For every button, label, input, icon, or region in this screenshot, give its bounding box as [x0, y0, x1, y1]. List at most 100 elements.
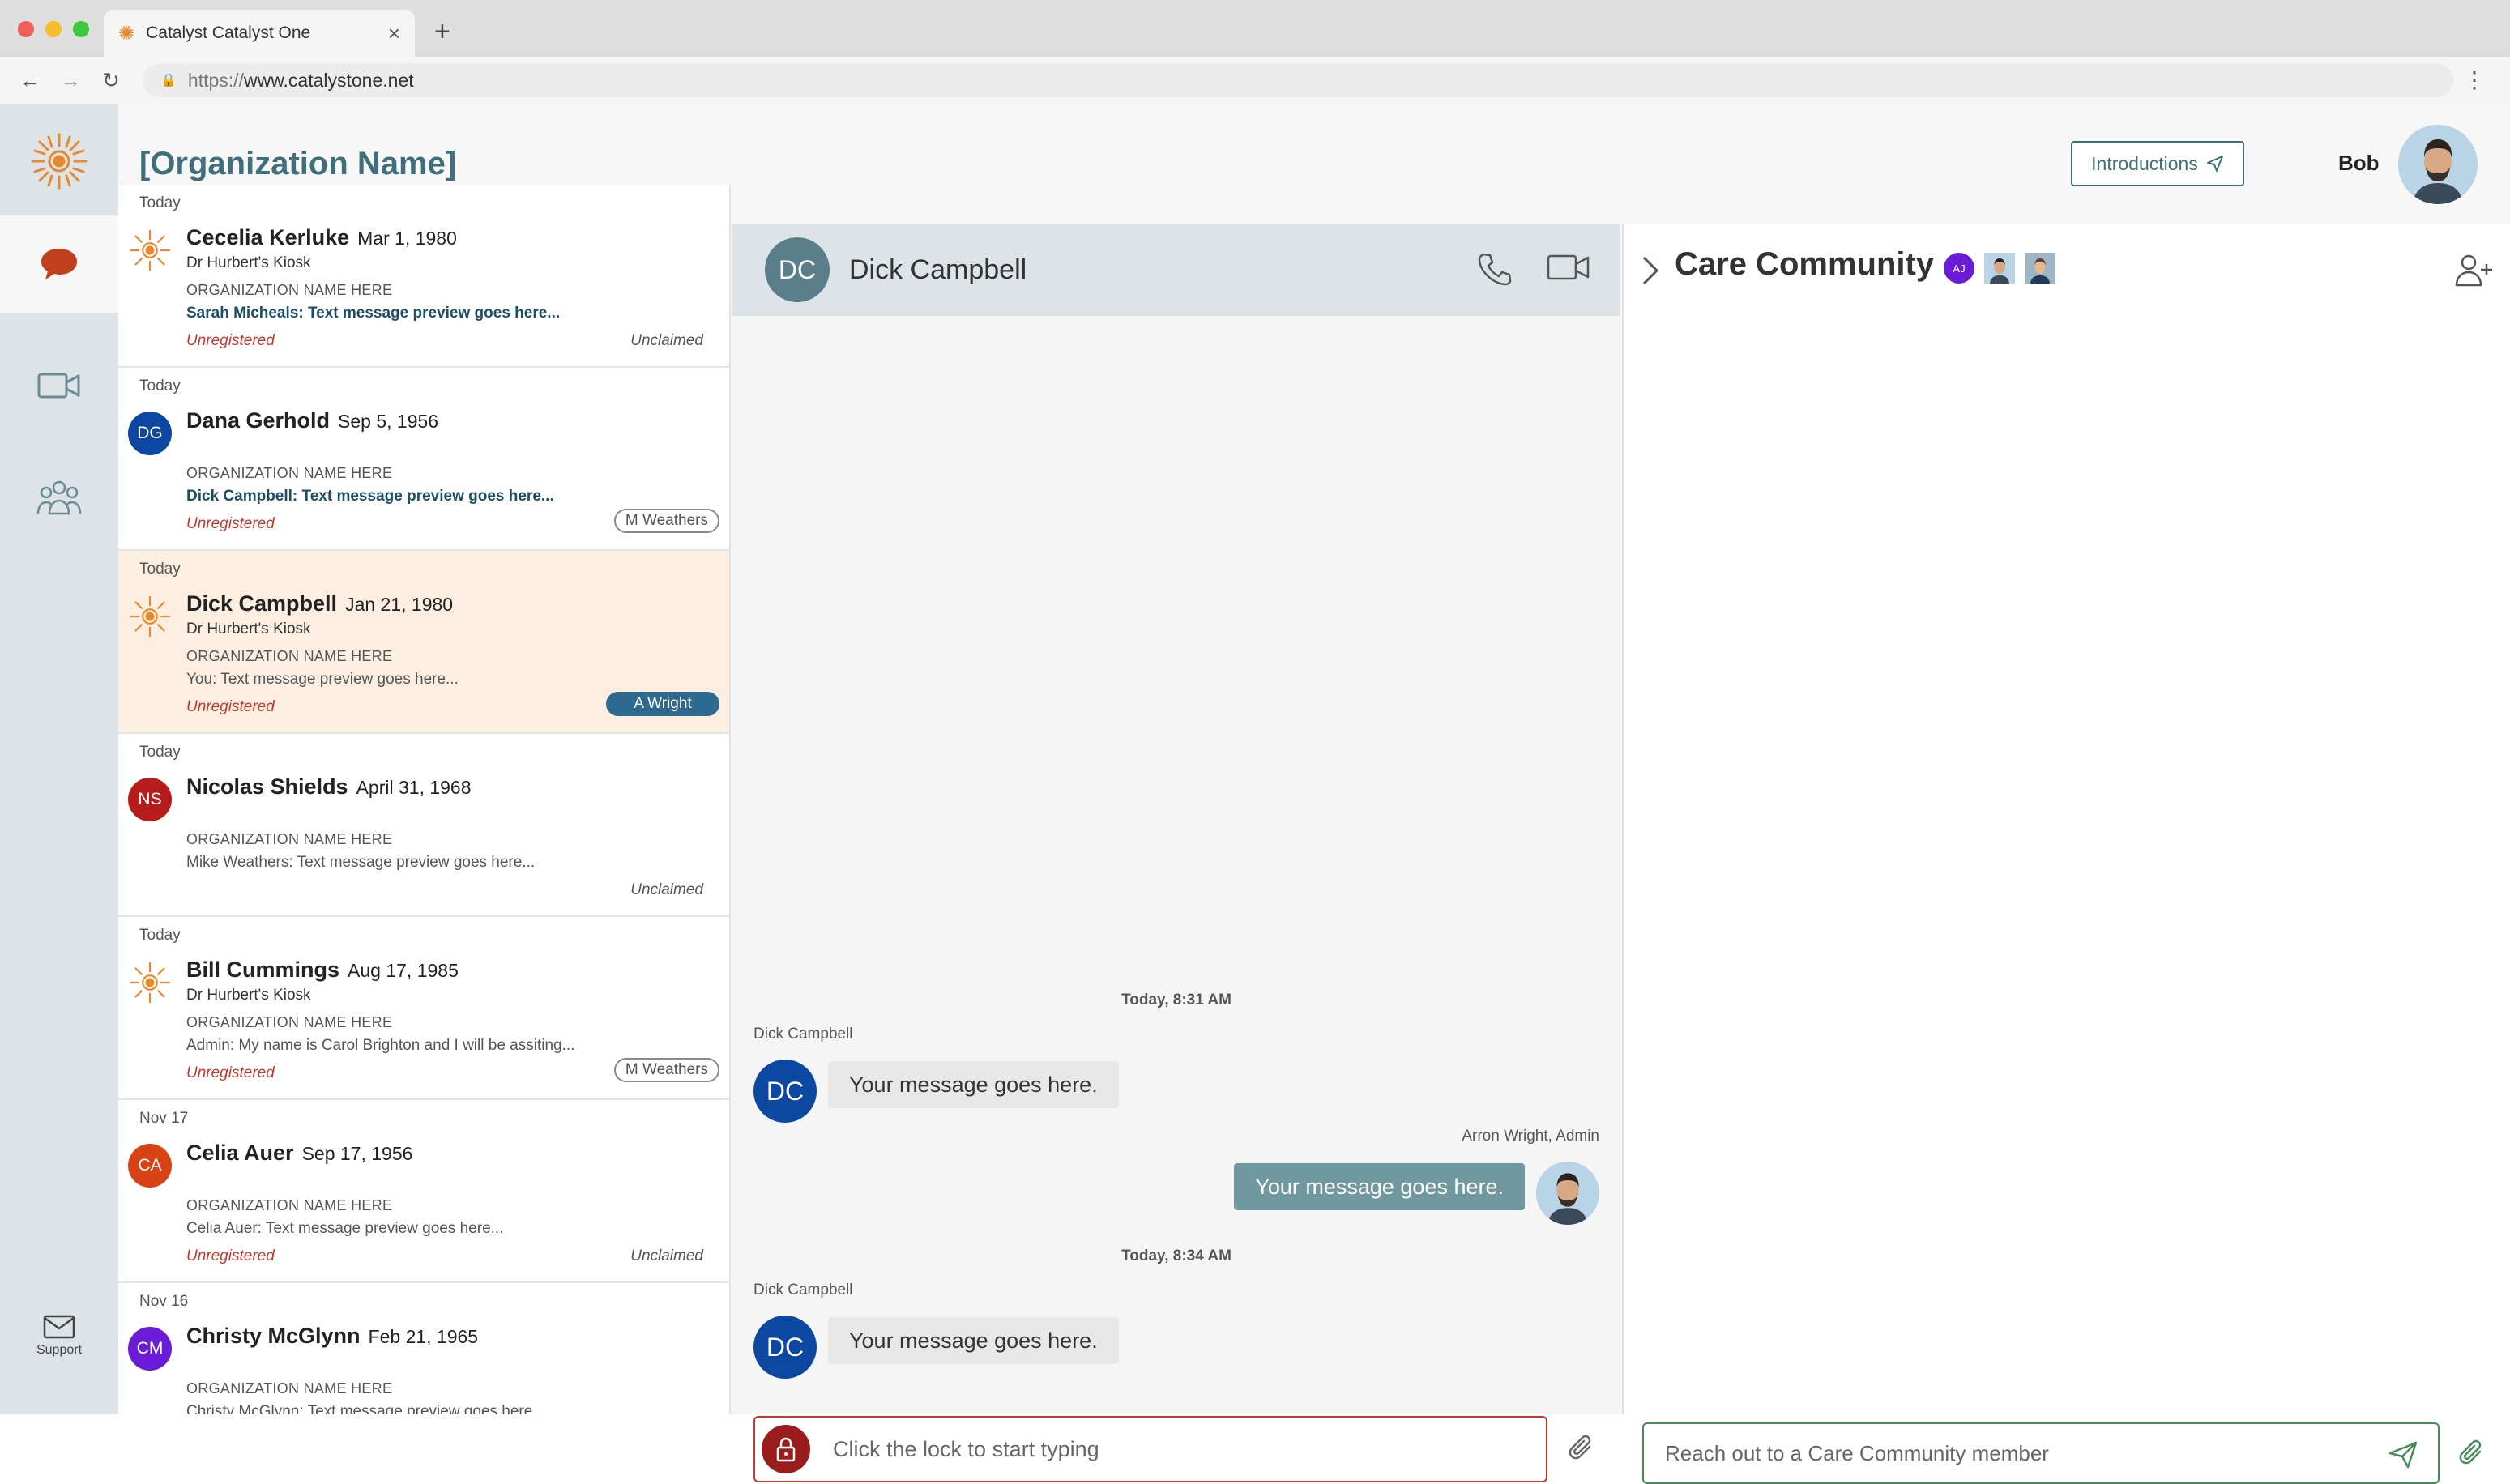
user-photo-icon — [2398, 125, 2478, 204]
contact-name-text: Nicolas Shields — [186, 774, 348, 799]
close-window-button[interactable] — [18, 21, 34, 37]
back-icon[interactable]: ← — [10, 68, 50, 93]
contact-name: Bill Cummings Aug 17, 1985 — [186, 957, 459, 983]
contact-dob: Sep 17, 1956 — [301, 1143, 413, 1164]
organization-label: ORGANIZATION NAME HERE — [186, 465, 393, 481]
user-name: Bob — [2338, 151, 2380, 175]
reload-icon[interactable]: ↻ — [91, 68, 131, 93]
message-avatar: DC — [753, 1316, 817, 1379]
send-icon[interactable] — [2388, 1440, 2418, 1469]
chat-header: DC Dick Campbell — [732, 224, 1620, 316]
claim-status: Unclaimed — [630, 332, 703, 349]
message-preview: Admin: My name is Carol Brighton and I w… — [186, 1037, 575, 1054]
support-label: Support — [36, 1343, 83, 1357]
message-composer[interactable]: Click the lock to start typing — [753, 1416, 1547, 1482]
composer-placeholder: Click the lock to start typing — [833, 1436, 1099, 1461]
support-button[interactable]: Support — [0, 1315, 118, 1358]
browser-menu-icon[interactable]: ⋮ — [2463, 66, 2486, 93]
assignee-tag[interactable]: M Weathers — [613, 509, 719, 533]
registration-status: Unregistered — [186, 1064, 275, 1081]
incoming-message: Your message goes here. — [828, 1317, 1119, 1364]
conversation-date: Today — [139, 194, 181, 211]
url-prefix: https:// — [187, 69, 244, 91]
contact-name-text: Celia Auer — [186, 1141, 294, 1165]
tab-bar: ✺ Catalyst Catalyst One × + — [0, 0, 2510, 57]
nav-messages[interactable] — [0, 215, 118, 313]
kiosk-label: Dr Hurbert's Kiosk — [186, 254, 311, 271]
maximize-window-button[interactable] — [73, 21, 89, 37]
assignee-tag[interactable]: M Weathers — [613, 1058, 719, 1082]
catalyst-logo-icon[interactable] — [29, 131, 89, 191]
contact-name: Nicolas Shields April 31, 1968 — [186, 774, 472, 800]
browser-tab[interactable]: ✺ Catalyst Catalyst One × — [104, 10, 415, 57]
user-avatar[interactable] — [2398, 125, 2478, 204]
tab-close-icon[interactable]: × — [388, 21, 400, 46]
member-avatar[interactable] — [2025, 253, 2055, 284]
nav-community[interactable] — [0, 450, 118, 548]
admin-photo-icon — [1536, 1162, 1599, 1225]
address-bar[interactable]: 🔒 https://www.catalystone.net — [143, 63, 2453, 97]
care-community-panel: Care Community AJ Reach out to a Care Co… — [1622, 224, 2510, 1484]
attachment-icon[interactable] — [2457, 1437, 2487, 1469]
contact-name-text: Christy McGlynn — [186, 1324, 361, 1348]
app-window: Support [Organization Name] Introduction… — [0, 104, 2510, 1484]
send-icon — [2206, 156, 2223, 172]
contact-dob: April 31, 1968 — [356, 777, 472, 798]
admin-avatar — [1536, 1162, 1599, 1225]
assignee-tag[interactable]: A Wright — [606, 692, 719, 716]
contact-name-text: Cecelia Kerluke — [186, 225, 350, 249]
contact-name: Cecelia Kerluke Mar 1, 1980 — [186, 225, 457, 250]
conversation-item[interactable]: Nov 16 CM Christy McGlynn Feb 21, 1965 ORGAN… — [118, 1283, 729, 1414]
contact-name-text: Dick Campbell — [186, 591, 338, 616]
member-avatar[interactable]: AJ — [1944, 253, 1974, 284]
message-sender: Arron Wright, Admin — [1462, 1128, 1599, 1145]
conversation-item[interactable]: Today NS Nicolas Shields April 31, 1968 ORGA… — [118, 734, 729, 917]
forward-icon[interactable]: → — [50, 68, 91, 93]
conversation-item[interactable]: Today Bill Cummings Aug 17, 1985 Dr Hurbert… — [118, 917, 729, 1100]
lock-button[interactable] — [762, 1425, 810, 1473]
member-avatar[interactable] — [1984, 253, 2015, 284]
chat-bubble-icon — [41, 249, 77, 279]
claim-status: Unclaimed — [630, 881, 703, 898]
group-icon — [36, 480, 82, 515]
conversation-date: Nov 16 — [139, 1293, 189, 1310]
message-avatar: DC — [753, 1060, 817, 1123]
conversation-item[interactable]: Today Cecelia Kerluke Mar 1, 1980 Dr Hurber… — [118, 185, 729, 368]
message-timestamp: Today, 8:31 AM — [1121, 991, 1232, 1009]
add-member-icon[interactable] — [2454, 253, 2495, 288]
organization-label: ORGANIZATION NAME HERE — [186, 282, 393, 298]
organization-name: [Organization Name] — [139, 146, 457, 181]
message-timestamp: Today, 8:34 AM — [1121, 1247, 1232, 1264]
conversation-item[interactable]: Today Dick Campbell Jan 21, 1980 Dr Hurbert… — [118, 551, 729, 734]
message-preview: Sarah Micheals: Text message preview goe… — [186, 305, 561, 322]
introductions-button[interactable]: Introductions — [2071, 141, 2244, 186]
navigation-bar: ← → ↻ 🔒 https://www.catalystone.net ⋮ — [0, 57, 2510, 104]
outgoing-message: Your message goes here. — [1234, 1163, 1525, 1210]
contact-name: Dick Campbell — [849, 254, 1027, 285]
message-preview: Christy McGlynn: Text message preview go… — [186, 1403, 546, 1414]
window-controls — [18, 21, 89, 37]
care-community-input[interactable]: Reach out to a Care Community member — [1642, 1422, 2440, 1484]
incoming-message: Your message goes here. — [828, 1061, 1119, 1108]
conversation-avatar — [128, 228, 172, 272]
contact-name: Dana Gerhold Sep 5, 1956 — [186, 408, 438, 433]
member-photo-icon — [2025, 253, 2055, 284]
video-call-icon[interactable] — [1546, 251, 1591, 284]
new-tab-button[interactable]: + — [434, 16, 450, 48]
contact-name-text: Bill Cummings — [186, 957, 340, 982]
phone-icon[interactable] — [1476, 251, 1512, 287]
conversation-item[interactable]: Today DG Dana Gerhold Sep 5, 1956 ORGANIZATI… — [118, 368, 729, 551]
message-preview: Mike Weathers: Text message preview goes… — [186, 854, 536, 871]
attachment-icon[interactable] — [1567, 1432, 1596, 1465]
nav-video[interactable] — [0, 337, 118, 434]
catalyst-logo-icon — [129, 962, 171, 1004]
contact-avatar: DC — [765, 237, 830, 302]
chevron-right-icon[interactable] — [1641, 254, 1660, 287]
video-camera-icon — [37, 373, 80, 399]
left-rail: Support — [0, 104, 118, 1414]
conversation-item[interactable]: Nov 17 CA Celia Auer Sep 17, 1956 ORGANIZATI… — [118, 1100, 729, 1283]
conversation-avatar — [128, 961, 172, 1004]
minimize-window-button[interactable] — [45, 21, 62, 37]
contact-name: Celia Auer Sep 17, 1956 — [186, 1141, 412, 1166]
favicon-icon: ✺ — [118, 22, 135, 45]
